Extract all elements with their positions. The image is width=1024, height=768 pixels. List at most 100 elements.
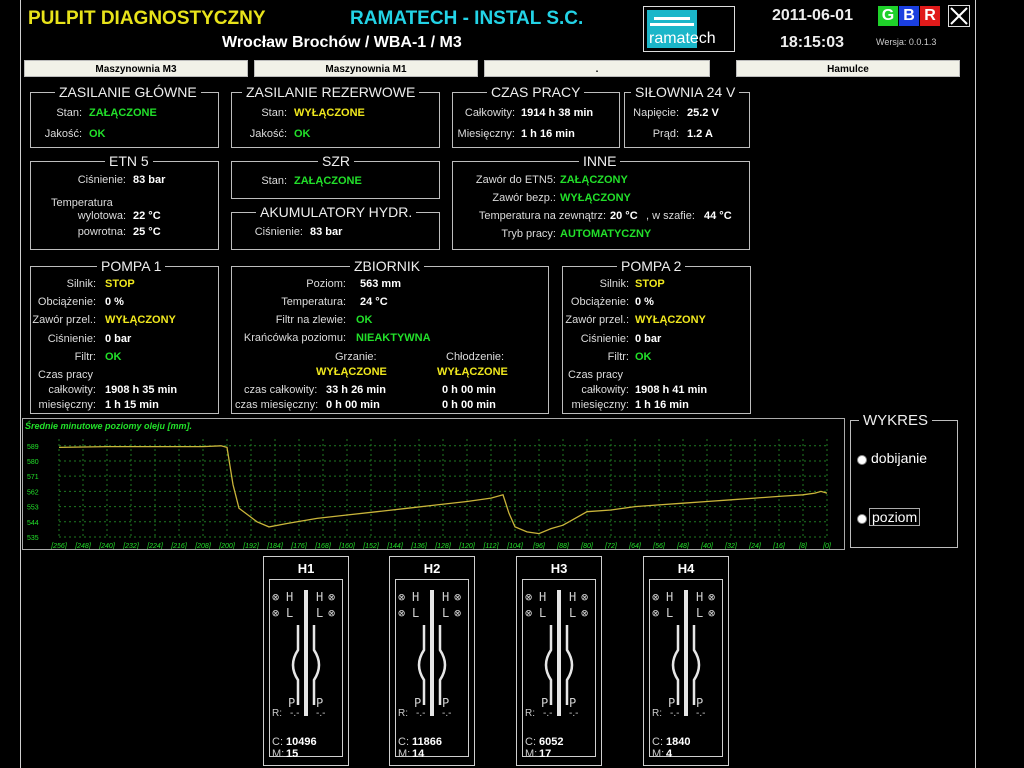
close-icon [950,7,968,25]
app-title: PULPIT DIAGNOSTYCZNY [28,8,266,29]
panel-title: ZBIORNIK [350,258,425,274]
x-tick-label: [72] [604,543,618,549]
temperatura-value: 24 °C [360,296,388,308]
tab-empty[interactable]: . [484,60,710,77]
radio-dobijanie[interactable] [857,455,867,465]
c-value: 11866 [412,736,442,748]
y-tick-label: 589 [27,444,39,451]
panel-akumulatory: AKUMULATORY HYDR. Ciśnienie: 83 bar [231,204,440,250]
x-tick-label: [192] [242,543,260,549]
y-tick-label: 553 [27,505,39,512]
panel-title: WYKRES [859,412,933,429]
zawor-label: Zawór przel.: [565,314,629,326]
wylotowa-value: 22 °C [133,210,161,222]
brake-icon [671,590,701,716]
silnik-label: Silnik: [66,278,96,290]
temperatura-label: Temperatura [51,197,113,209]
panel-pompa1: POMPA 1 Silnik: STOP Obciążenie: 0 % Zaw… [30,258,219,414]
panel-title: CZAS PRACY [487,84,585,100]
prad-label: Prąd: [652,128,679,140]
r-button[interactable]: R [920,6,940,26]
x-tick-label: [120] [458,543,476,549]
panel-title: ETN 5 [105,153,153,169]
chlodzenie-miesieczny-value: 0 h 00 min [442,399,496,411]
chart-svg: Średnie minutowe poziomy oleju [mm]. 589 5… [25,420,832,549]
zawor-etn5-value: ZAŁĄCZONY [560,174,628,186]
cisnienie-label: Ciśnienie: [77,174,126,186]
chlodzenie-value: WYŁĄCZONE [437,366,508,378]
r-label: R: [398,708,408,719]
x-tick-label: [232] [122,543,140,549]
poziom-label: Poziom: [306,278,346,290]
hcard-title: H1 [297,561,315,576]
calkowity-value: 1908 h 35 min [105,384,178,396]
powrotna-label: powrotna: [77,226,126,238]
x-tick-label: [240] [98,543,116,549]
stan-label: Stan: [261,107,287,119]
czas-pracy-label: Czas pracy [38,369,94,381]
b-button[interactable]: B [899,6,919,26]
czas-pracy-label: Czas pracy [568,369,624,381]
obciazenie-label: Obciążenie: [37,296,96,308]
miesieczny-value: 1 h 16 min [635,399,689,411]
x-tick-label: [152] [362,543,380,549]
silnik-value: STOP [635,278,665,290]
miesieczny-label: miesięczny: [38,399,96,411]
x-tick-label: [136] [410,543,428,549]
zawor-value: WYŁĄCZONY [105,314,176,326]
c-value: 1840 [666,736,691,748]
panel-title: POMPA 1 [97,258,166,274]
prad-value: 1.2 A [687,128,713,140]
c-label: C: [398,736,409,748]
napiecie-label: Napięcie: [633,107,679,119]
filtr-label: Filtr: [607,351,629,363]
panel-szr: SZR Stan: ZAŁĄCZONE [231,153,440,199]
c-value: 10496 [286,736,317,748]
stan-value: ZAŁĄCZONE [89,107,157,119]
grzanie-label: Grzanie: [335,351,377,363]
x-tick-label: [56] [652,543,666,549]
panel-title: INNE [579,153,621,169]
wylotowa-label: wylotowa: [77,210,126,222]
miesieczny-label: Miesięczny: [457,128,515,140]
m-value: 15 [286,748,299,760]
c-label: C: [652,736,663,748]
m-label: M: [398,748,411,760]
y-tick-label: 580 [27,459,39,466]
panel-etn5: ETN 5 Ciśnienie: 83 bar Temperatura wylo… [30,153,219,250]
panel-zasilanie-rezerwowe: ZASILANIE REZERWOWE Stan: WYŁĄCZONE Jako… [231,84,440,148]
close-button[interactable] [948,5,970,27]
chart-title: Średnie minutowe poziomy oleju [mm]. [25,420,192,431]
stan-value: ZAŁĄCZONE [294,175,362,187]
radio-poziom[interactable] [857,514,867,524]
radio-dobijanie-label[interactable]: dobijanie [871,450,927,466]
panel-inne: INNE Zawór do ETN5: ZAŁĄCZONY Zawór bezp… [452,153,750,250]
g-button[interactable]: G [878,6,898,26]
napiecie-value: 25.2 V [687,107,719,119]
c-value: 6052 [539,736,564,748]
x-tick-label: [168] [314,543,332,549]
hcard-diagram: ⊗ H H ⊗ ⊗ L L ⊗ P P R: -.- -.- C: 6052 M: 17 [522,579,596,760]
version-text: Wersja: 0.0.1.3 [876,37,937,47]
hcard-h4: H4 ⊗ H H ⊗ ⊗ L L ⊗ P P R: -.- -.- C: 1840 M: 4 [643,556,729,766]
x-tick-label: [200] [218,543,236,549]
radio-poziom-label[interactable]: poziom [869,508,921,526]
hcard-title: H2 [423,561,441,576]
x-tick-label: [216] [170,543,188,549]
panel-title: SIŁOWNIA 24 V [631,84,740,100]
grzanie-calkowity-value: 33 h 26 min [326,384,386,396]
hcard-diagram: ⊗ H H ⊗ ⊗ L L ⊗ P P R: -.- -.- C: 10496 M: 15 [269,579,343,760]
tab-maszynownia-m1[interactable]: Maszynownia M1 [254,60,478,77]
jakosc-label: Jakość: [249,128,287,140]
panel-zasilanie-glowne: ZASILANIE GŁÓWNE Stan: ZAŁĄCZONE Jakość:… [30,84,219,148]
tab-maszynownia-m3[interactable]: Maszynownia M3 [24,60,248,77]
tab-hamulce[interactable]: Hamulce [736,60,960,77]
jakosc-value: OK [294,128,311,140]
hcard-title: H3 [550,561,568,576]
jakosc-label: Jakość: [44,128,82,140]
ramatech-logo: ramatech [643,6,735,52]
x-tick-label: [160] [338,543,356,549]
zawor-bezp-value: WYŁĄCZONY [560,192,631,204]
m-label: M: [652,748,665,760]
x-tick-label: [64] [628,543,642,549]
